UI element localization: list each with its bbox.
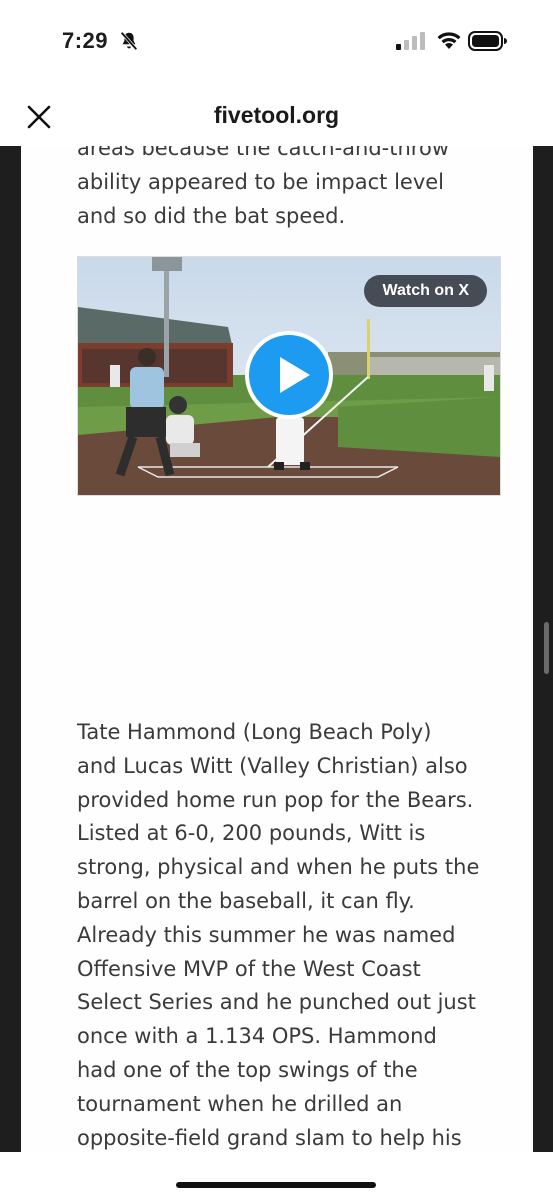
text-line: Listed at 6-0, 200 pounds, Witt is	[77, 821, 426, 846]
site-domain: fivetool.org	[213, 102, 340, 128]
text-line: had one of the top swings of the	[77, 1057, 418, 1082]
page-gutter-left	[0, 146, 21, 1152]
text-line: provided home run pop for the Bears.	[77, 787, 474, 812]
text-line: opposite-field grand slam to help his	[77, 1125, 462, 1150]
article-paragraph: areas because the catch-and-throw abilit…	[77, 146, 497, 233]
play-button[interactable]	[245, 331, 333, 419]
text-line: once with a 1.134 OPS. Hammond	[77, 1024, 437, 1049]
watch-on-x-button[interactable]: Watch on X	[364, 275, 487, 307]
text-line: Tate Hammond (Long Beach Poly)	[77, 720, 432, 744]
text-line: barrel on the baseball, it can fly.	[77, 888, 415, 913]
text-line: and Lucas Witt (Valley Christian) also	[77, 753, 468, 778]
wifi-icon	[437, 32, 461, 49]
article-paragraph: Tate Hammond (Long Beach Poly) and Lucas…	[77, 716, 497, 1152]
text-line: and so did the bat speed.	[77, 203, 346, 228]
text-line: Select Series and he punched out just	[77, 990, 476, 1015]
text-line: areas because the catch-and-throw	[77, 146, 450, 160]
text-line: Already this summer he was named	[77, 922, 456, 947]
text-line: Offensive MVP of the West Coast	[77, 956, 421, 981]
play-icon	[280, 357, 310, 393]
text-line: tournament when he drilled an	[77, 1091, 403, 1116]
home-indicator[interactable]	[176, 1182, 376, 1188]
bottom-bar	[0, 1152, 553, 1200]
cellular-signal-icon	[396, 32, 425, 50]
embedded-video[interactable]: Watch on X	[77, 256, 501, 496]
text-line: ability appeared to be impact level	[77, 169, 445, 194]
battery-icon	[468, 31, 507, 51]
status-bar: 7:29	[0, 0, 553, 80]
browser-header: fivetool.org	[0, 80, 553, 146]
article-content: areas because the catch-and-throw abilit…	[21, 146, 533, 1152]
bell-slash-icon	[120, 31, 138, 51]
status-time: 7:29	[62, 28, 109, 53]
page-gutter-right	[533, 146, 553, 1152]
scrollbar-thumb[interactable]	[544, 622, 549, 674]
text-line: strong, physical and when he puts the	[77, 855, 480, 880]
